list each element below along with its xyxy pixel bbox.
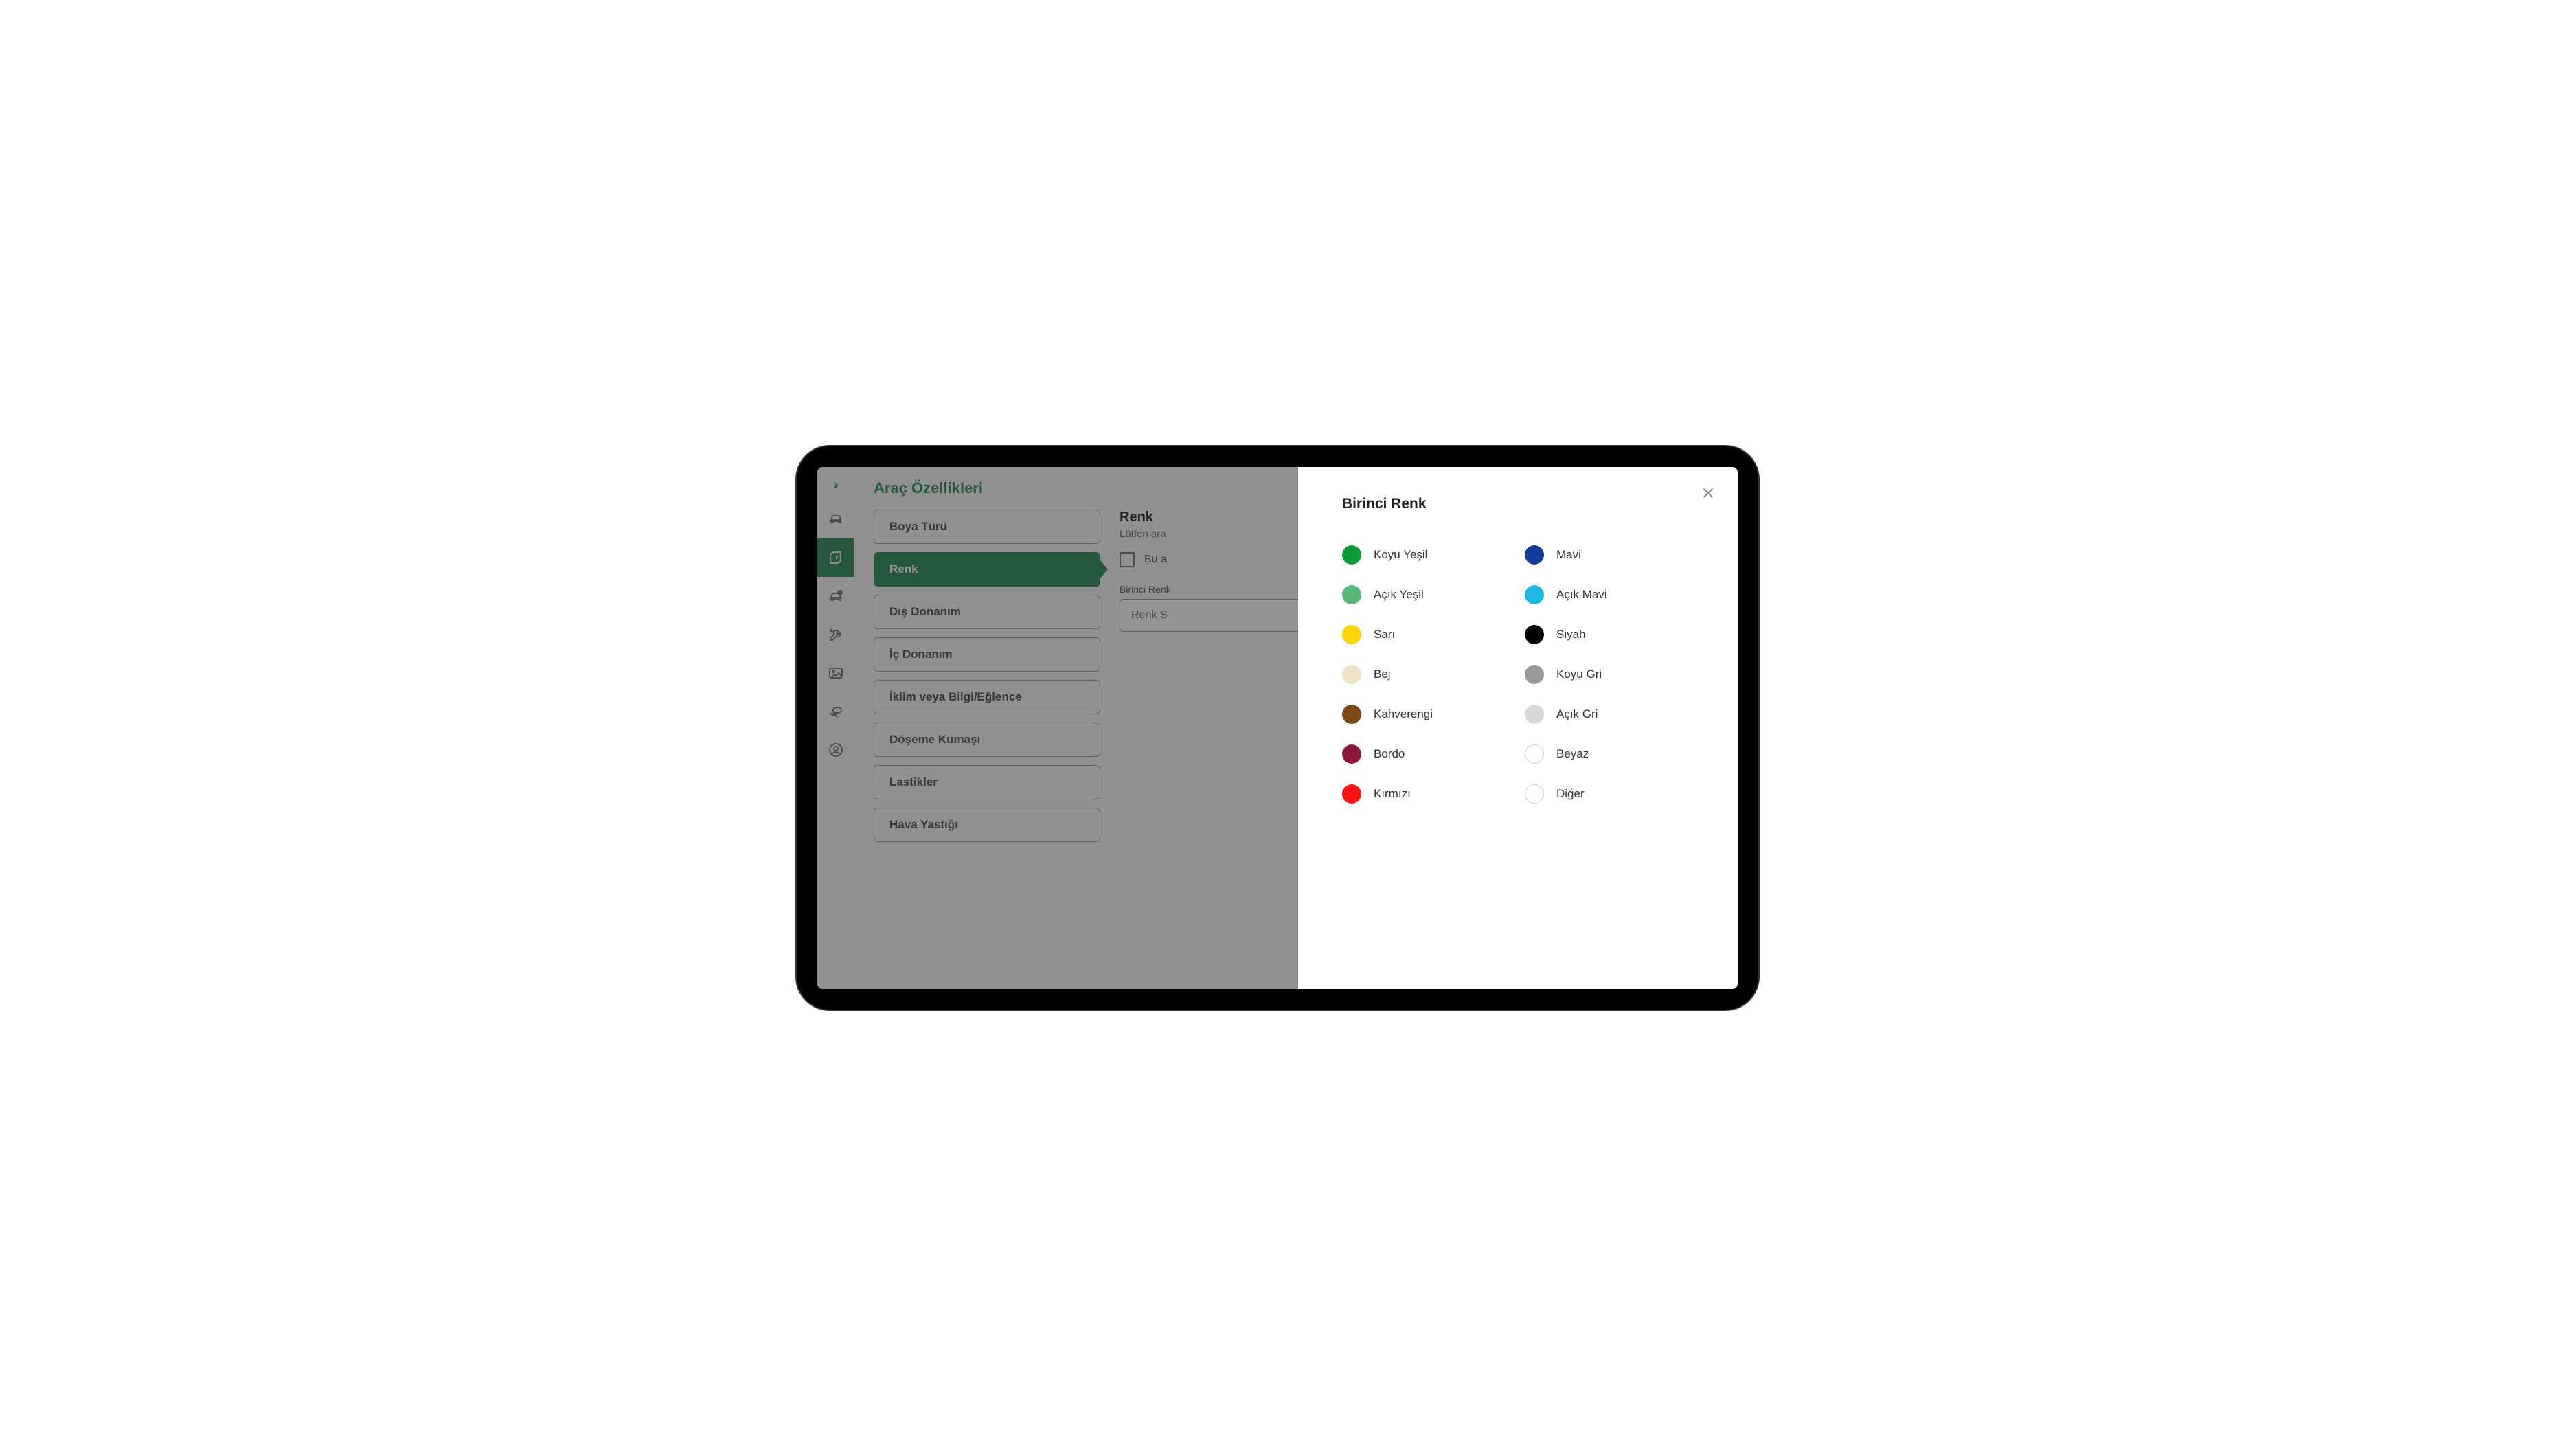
color-option[interactable]: Açık Mavi	[1525, 585, 1694, 604]
screen: !	[817, 467, 1738, 989]
color-label: Kahverengi	[1374, 707, 1433, 721]
color-swatch	[1342, 705, 1361, 724]
color-swatch	[1342, 784, 1361, 804]
color-label: Bej	[1374, 668, 1391, 681]
color-option[interactable]: Bej	[1342, 665, 1511, 684]
color-label: Koyu Gri	[1556, 668, 1602, 681]
color-modal: Birinci Renk Koyu Yeşil Mavi Açık Yeşil Açı…	[1298, 467, 1738, 989]
color-option[interactable]: Koyu Yeşil	[1342, 545, 1511, 565]
color-option[interactable]: Açık Gri	[1525, 705, 1694, 724]
color-option[interactable]: Diğer	[1525, 784, 1694, 804]
color-option[interactable]: Kahverengi	[1342, 705, 1511, 724]
color-option[interactable]: Siyah	[1525, 625, 1694, 644]
color-swatch	[1525, 705, 1544, 724]
tablet-frame: !	[797, 446, 1758, 1010]
color-swatch	[1525, 784, 1544, 804]
color-option[interactable]: Kırmızı	[1342, 784, 1511, 804]
color-swatch	[1342, 625, 1361, 644]
color-swatch	[1342, 665, 1361, 684]
color-label: Siyah	[1556, 628, 1586, 641]
color-option[interactable]: Mavi	[1525, 545, 1694, 565]
color-label: Koyu Yeşil	[1374, 548, 1427, 562]
close-icon	[1701, 486, 1716, 505]
color-label: Beyaz	[1556, 747, 1589, 761]
color-label: Sarı	[1374, 628, 1395, 641]
color-swatch	[1342, 744, 1361, 764]
color-label: Açık Gri	[1556, 707, 1598, 721]
color-option[interactable]: Beyaz	[1525, 744, 1694, 764]
color-option[interactable]: Sarı	[1342, 625, 1511, 644]
color-label: Diğer	[1556, 787, 1585, 801]
color-swatch	[1525, 545, 1544, 565]
color-label: Mavi	[1556, 548, 1581, 562]
close-button[interactable]	[1698, 485, 1718, 505]
modal-title: Birinci Renk	[1342, 496, 1694, 512]
color-grid: Koyu Yeşil Mavi Açık Yeşil Açık Mavi Sarı Siy…	[1342, 545, 1694, 804]
color-label: Açık Mavi	[1556, 588, 1607, 602]
color-swatch	[1525, 585, 1544, 604]
color-option[interactable]: Açık Yeşil	[1342, 585, 1511, 604]
color-swatch	[1342, 545, 1361, 565]
color-swatch	[1525, 665, 1544, 684]
color-label: Açık Yeşil	[1374, 588, 1424, 602]
color-swatch	[1342, 585, 1361, 604]
color-swatch	[1525, 625, 1544, 644]
color-option[interactable]: Bordo	[1342, 744, 1511, 764]
color-label: Bordo	[1374, 747, 1405, 761]
color-label: Kırmızı	[1374, 787, 1411, 801]
color-swatch	[1525, 744, 1544, 764]
color-option[interactable]: Koyu Gri	[1525, 665, 1694, 684]
